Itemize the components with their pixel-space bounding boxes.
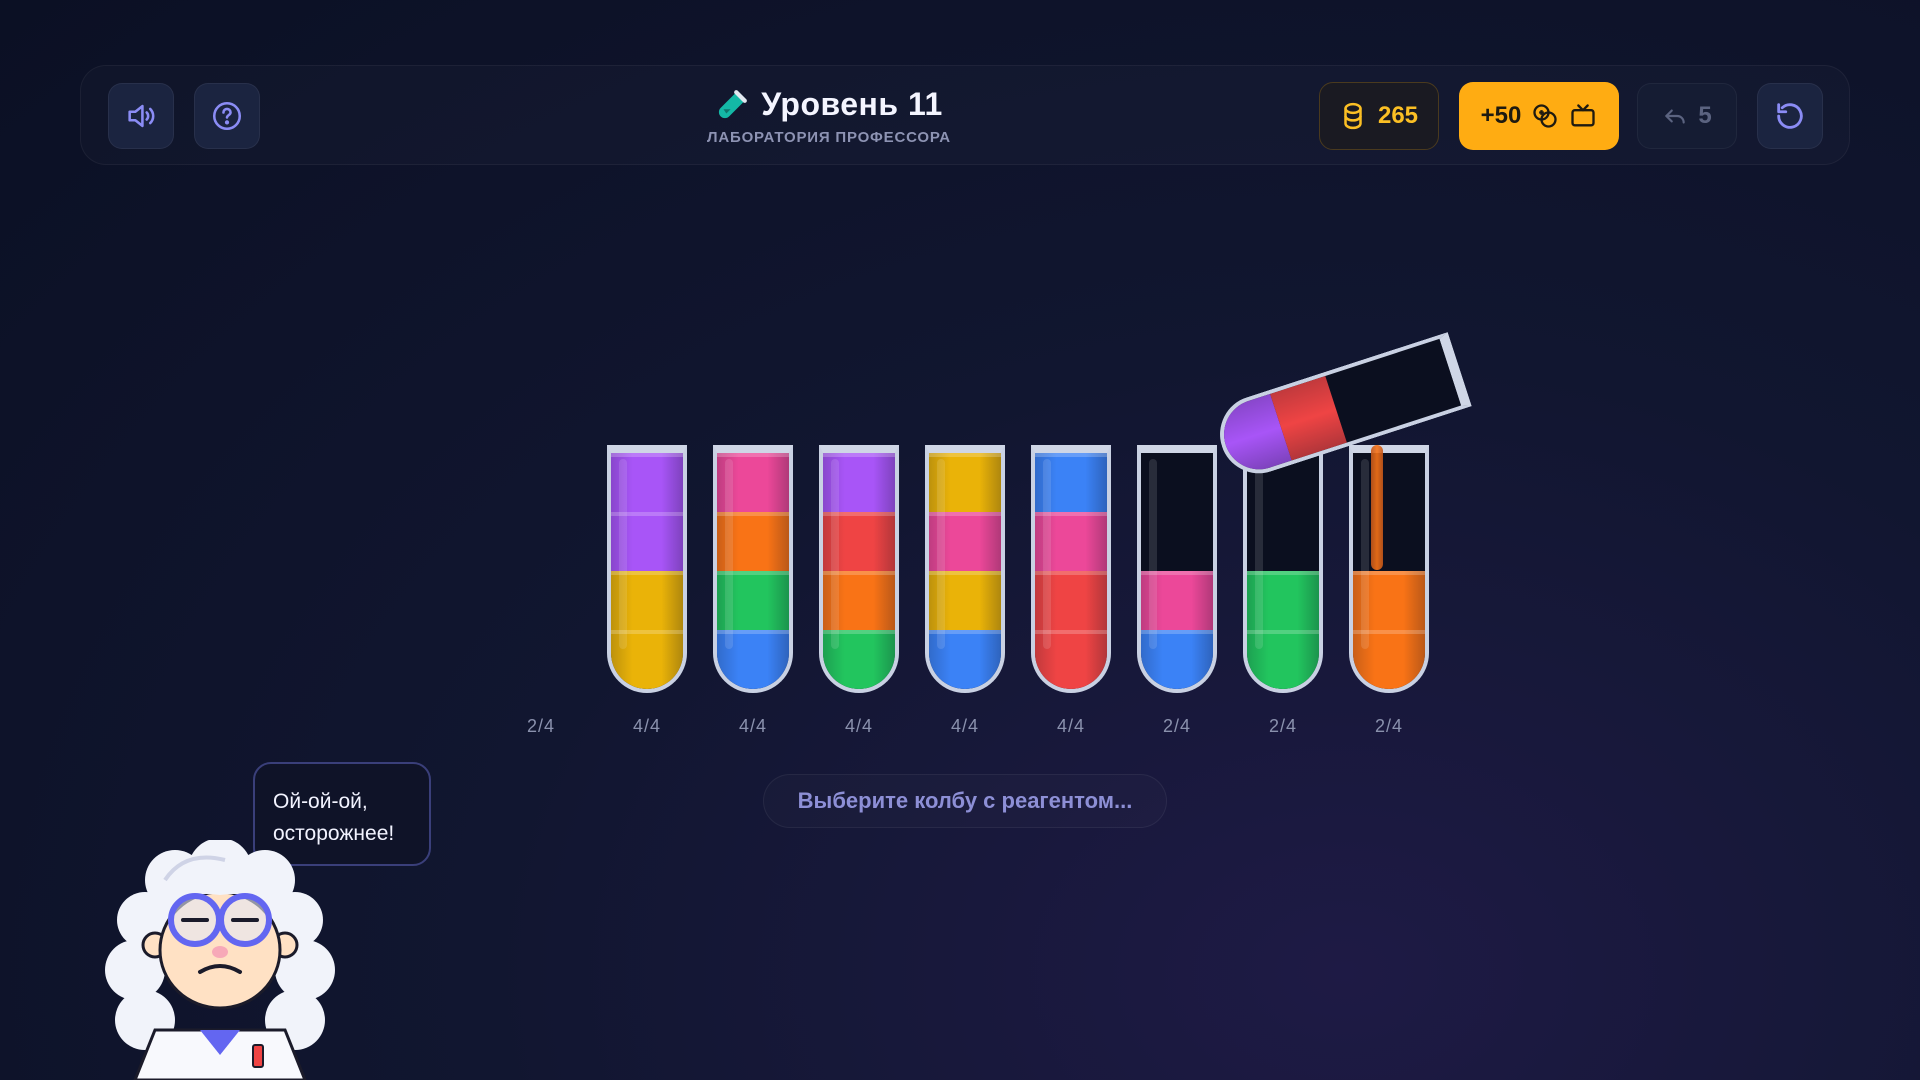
tube-shine bbox=[619, 459, 627, 649]
tv-icon bbox=[1571, 104, 1596, 127]
level-title: Уровень 11 bbox=[761, 86, 943, 122]
test-tube[interactable] bbox=[1031, 445, 1111, 693]
held-tube-body bbox=[1209, 332, 1472, 484]
restart-button[interactable] bbox=[1757, 83, 1823, 149]
tube-fill-count: 4/4 bbox=[738, 716, 768, 736]
level-title-block: Уровень 11 ЛАБОРАТОРИЯ ПРОФЕССОРА bbox=[664, 86, 994, 146]
tube-shine bbox=[725, 459, 733, 649]
test-tube[interactable] bbox=[607, 445, 687, 693]
tube-fill-count: 4/4 bbox=[1056, 716, 1086, 736]
coin-count: 265 bbox=[1377, 102, 1419, 129]
tube-shine bbox=[1043, 459, 1051, 649]
held-tube-fill-count: 2/4 bbox=[526, 716, 556, 736]
test-tube[interactable] bbox=[1349, 445, 1429, 693]
tube-shine bbox=[1255, 459, 1263, 649]
top-bar: Уровень 11 ЛАБОРАТОРИЯ ПРОФЕССОРА 265 +5… bbox=[80, 65, 1850, 165]
test-tube[interactable] bbox=[713, 445, 793, 693]
tube-fill-count: 4/4 bbox=[844, 716, 874, 736]
tube-fill-count: 2/4 bbox=[1162, 716, 1192, 736]
professor-avatar bbox=[105, 840, 335, 1080]
tube-shine bbox=[1149, 459, 1157, 649]
undo-button[interactable]: 5 bbox=[1637, 83, 1737, 149]
question-icon bbox=[212, 101, 242, 131]
restart-icon bbox=[1777, 103, 1803, 129]
help-button[interactable] bbox=[194, 83, 260, 149]
status-hint: Выберите колбу с реагентом... bbox=[763, 774, 1167, 828]
test-tube[interactable] bbox=[925, 445, 1005, 693]
tube-fill-count: 4/4 bbox=[950, 716, 980, 736]
pour-stream bbox=[1371, 445, 1383, 570]
test-tube-icon bbox=[719, 89, 748, 118]
test-tube[interactable] bbox=[1137, 445, 1217, 693]
speaker-icon bbox=[128, 104, 155, 128]
test-tube[interactable] bbox=[819, 445, 899, 693]
tube-shine bbox=[937, 459, 945, 649]
watch-ad-button[interactable]: +50 bbox=[1459, 82, 1619, 150]
level-subtitle: ЛАБОРАТОРИЯ ПРОФЕССОРА bbox=[707, 129, 951, 146]
undo-icon bbox=[1665, 109, 1686, 124]
undo-count: 5 bbox=[1698, 102, 1712, 129]
coin-balance: 265 bbox=[1319, 82, 1439, 150]
tube-shine bbox=[1361, 459, 1369, 649]
tube-fill-count: 2/4 bbox=[1374, 716, 1404, 736]
held-tube[interactable] bbox=[1209, 332, 1472, 484]
coins-icon bbox=[1533, 104, 1558, 128]
test-tube[interactable] bbox=[1243, 445, 1323, 693]
speech-line: Ой-ой-ой, bbox=[273, 790, 368, 813]
tube-fill-count: 2/4 bbox=[1268, 716, 1298, 736]
ad-reward-label: +50 bbox=[1480, 102, 1522, 129]
tube-shine bbox=[831, 459, 839, 649]
coin-icon bbox=[1344, 102, 1362, 130]
tube-fill-count: 4/4 bbox=[632, 716, 662, 736]
sound-button[interactable] bbox=[108, 83, 174, 149]
